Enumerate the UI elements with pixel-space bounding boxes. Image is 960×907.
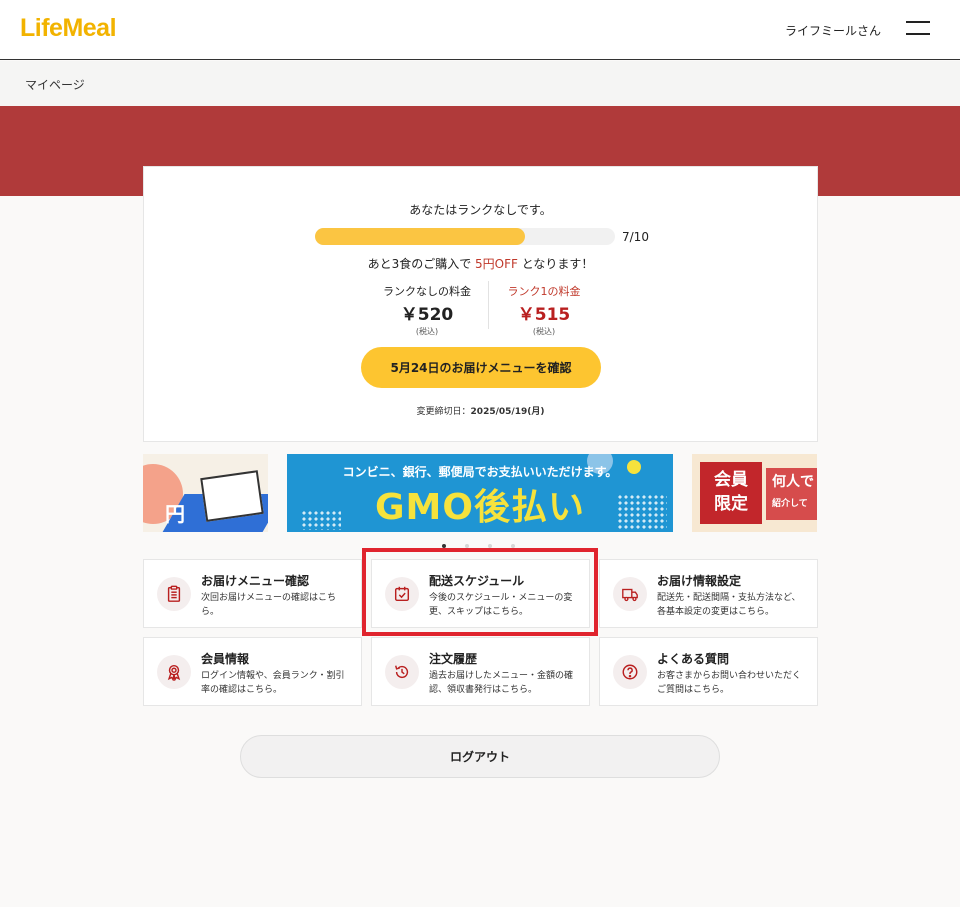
menu-card-delivery-menu[interactable]: お届けメニュー確認 次回お届けメニューの確認はこちら。 [143, 559, 362, 628]
box-illustration [200, 470, 264, 522]
current-price-label: ランクなしの料金 [383, 285, 471, 298]
user-name: ライフミールさん [784, 24, 881, 38]
logout-button[interactable]: ログアウト [240, 735, 720, 778]
award-ribbon-icon [157, 655, 191, 689]
referral-line-1: 何人で [772, 474, 814, 490]
menu-desc: お客さまからお問い合わせいただくご質問はこちら。 [657, 671, 802, 695]
rank-card: あなたはランクなしです。 7/10 あと3食のご購入で 5円OFF となります！… [143, 166, 818, 442]
menu-desc: 次回お届けメニューの確認はこちら。 [201, 593, 337, 617]
pager-dot[interactable] [442, 544, 446, 548]
menu-title: お届けメニュー確認 [201, 574, 310, 588]
clipboard-list-icon [157, 577, 191, 611]
banner-left-yen: 円 [165, 502, 185, 526]
pager-dot[interactable] [488, 544, 492, 548]
referral-badge: 何人で 紹介して [766, 468, 817, 520]
menu-card-order-history[interactable]: 注文履歴 過去お届けしたメニュー・金額の確認、領収書発行はこちら。 [371, 637, 590, 706]
menu-title: よくある質問 [657, 652, 730, 666]
current-price-tax: (税込) [415, 327, 439, 336]
menu-desc: 今後のスケジュール・メニューの変更、スキップはこちら。 [429, 593, 573, 617]
menu-desc: ログイン情報や、会員ランク・割引率の確認はこちら。 [201, 671, 345, 695]
referral-line-2: 紹介して [772, 499, 808, 509]
banner-left[interactable]: 円 [143, 454, 268, 532]
header: LifeMeal ライフミールさん [0, 0, 960, 60]
delivery-truck-icon [613, 577, 647, 611]
deadline-label: 変更締切日： [416, 407, 471, 417]
members-only-badge: 会員 限定 [700, 462, 762, 524]
breadcrumb: マイページ [0, 61, 960, 106]
gmo-banner-title: GMO後払い [375, 487, 585, 528]
menu-desc: 過去お届けしたメニュー・金額の確認、領収書発行はこちら。 [429, 671, 574, 695]
next-price-tax: (税込) [532, 327, 556, 336]
hamburger-menu-icon[interactable] [906, 20, 930, 36]
rank-message-suffix: となります！ [521, 257, 594, 271]
rank-message: あと3食のご購入で 5円OFF となります！ [144, 255, 817, 272]
menu-card-delivery-settings[interactable]: お届け情報設定 配送先・配送間隔・支払方法など、各基本設定の変更はこちら。 [599, 559, 818, 628]
next-price: ￥515 [517, 305, 571, 325]
menu-title: 配送スケジュール [429, 574, 525, 588]
pager-dot[interactable] [465, 544, 469, 548]
menu-title: 注文履歴 [429, 652, 478, 666]
rank-progress-bar [315, 228, 615, 245]
menu-card-faq[interactable]: よくある質問 お客さまからお問い合わせいただくご質問はこちら。 [599, 637, 818, 706]
calendar-check-icon [385, 577, 419, 611]
confirm-delivery-menu-button[interactable]: 5月24日のお届けメニューを確認 [361, 347, 601, 388]
current-price: ￥520 [400, 305, 454, 325]
rank-message-prefix: あと3食のご購入で [367, 257, 472, 271]
question-circle-icon [613, 655, 647, 689]
members-only-line-1: 会員 [714, 470, 748, 490]
menu-card-delivery-schedule[interactable]: 配送スケジュール 今後のスケジュール・メニューの変更、スキップはこちら。 [371, 559, 590, 628]
lifemeal-logo[interactable]: LifeMeal [20, 14, 117, 43]
rank-status: あなたはランクなしです。 [409, 203, 552, 217]
next-price-label: ランク1の料金 [507, 285, 581, 298]
rank-progress-count: 7/10 [622, 230, 649, 244]
menu-card-member-info[interactable]: 会員情報 ログイン情報や、会員ランク・割引率の確認はこちら。 [143, 637, 362, 706]
banner-right[interactable]: 会員 限定 何人で 紹介して [692, 454, 817, 532]
pager-dot[interactable] [511, 544, 515, 548]
members-only-line-2: 限定 [714, 494, 748, 514]
deadline-date: 2025/05/19(月) [470, 407, 545, 417]
menu-desc: 配送先・配送間隔・支払方法など、各基本設定の変更はこちら。 [657, 593, 801, 617]
next-price-block: ランク1の料金 ￥515 (税込) [484, 283, 604, 337]
history-clock-icon [385, 655, 419, 689]
rank-progress-fill [315, 228, 525, 245]
rank-message-discount: 5円OFF [475, 257, 518, 271]
breadcrumb-current: マイページ [25, 78, 85, 92]
change-deadline: 変更締切日：2025/05/19(月) [144, 404, 817, 417]
menu-title: 会員情報 [201, 652, 250, 666]
gmo-payment-banner[interactable]: コンビニ、銀行、郵便局でお支払いいただけます。 GMO後払い [287, 454, 673, 532]
current-price-block: ランクなしの料金 ￥520 (税込) [367, 283, 487, 337]
menu-title: お届け情報設定 [657, 574, 742, 588]
